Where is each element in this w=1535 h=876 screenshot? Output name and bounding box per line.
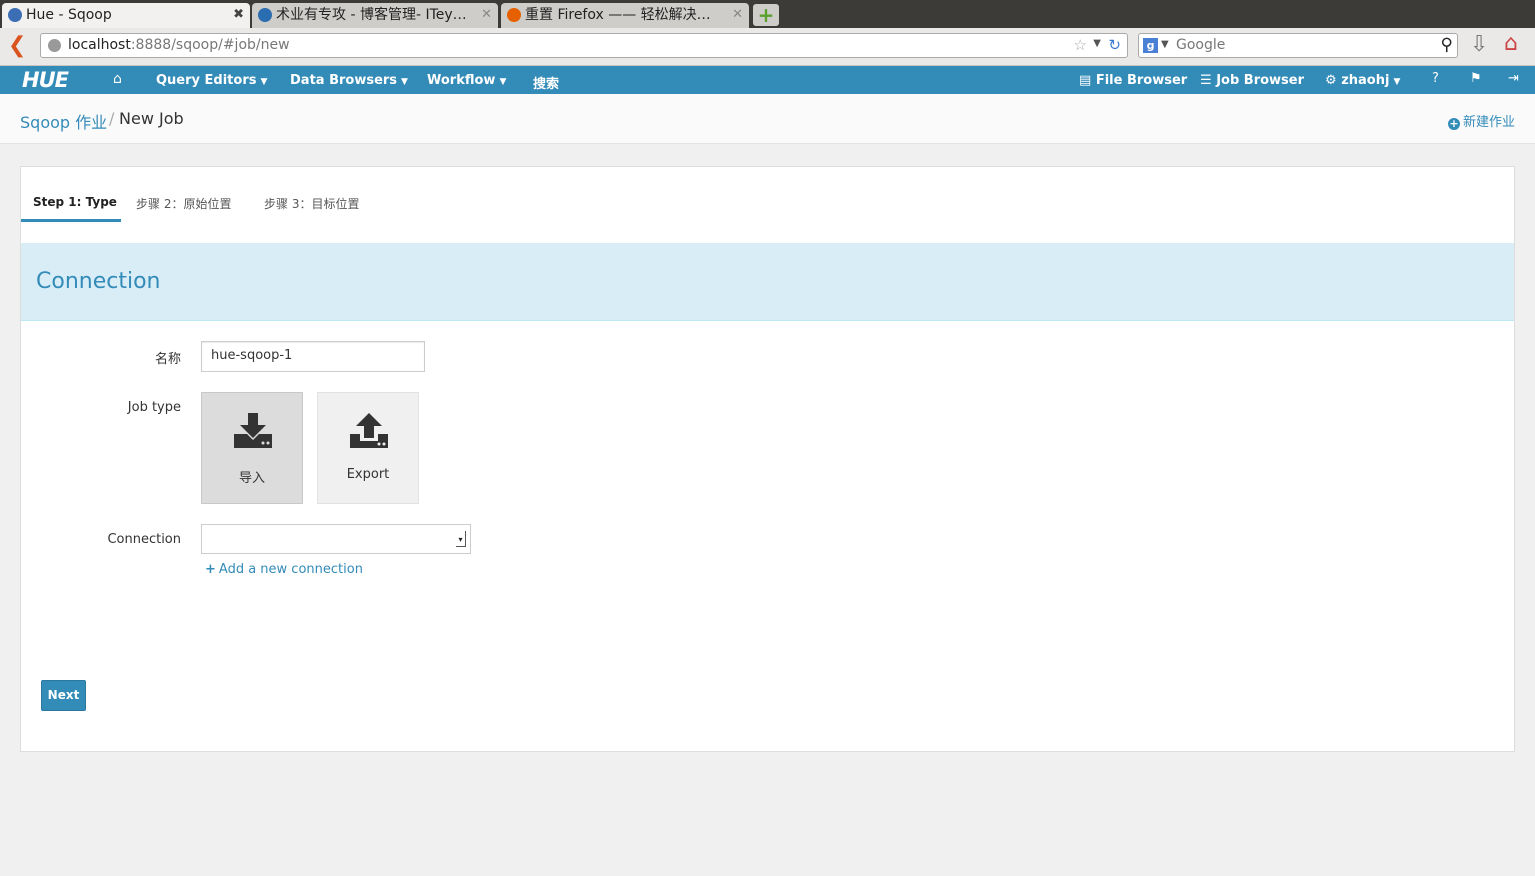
help-icon[interactable]: ?: [1432, 71, 1439, 86]
next-button[interactable]: Next: [41, 680, 86, 711]
plus-icon: +: [205, 562, 216, 577]
close-tab-icon[interactable]: ✕: [481, 3, 492, 27]
job-name-input[interactable]: hue-sqoop-1: [201, 341, 425, 372]
step-2-source[interactable]: 步骤 2：原始位置: [136, 195, 231, 212]
job-type-export[interactable]: Export: [317, 392, 419, 504]
reload-icon[interactable]: ↻: [1108, 36, 1121, 54]
hue-navbar: HUE ⌂ Query Editors ▼ Data Browsers ▼ Work…: [0, 66, 1535, 94]
add-connection-link[interactable]: + Add a new connection: [205, 562, 363, 577]
url-dropdown-icon[interactable]: ▼: [1093, 38, 1101, 49]
data-browsers-menu[interactable]: Data Browsers ▼: [290, 73, 408, 88]
job-type-import[interactable]: 导入: [201, 392, 303, 504]
connection-label: Connection: [107, 532, 181, 547]
browser-home-icon[interactable]: ⌂: [1504, 31, 1518, 56]
engine-dropdown-icon[interactable]: ▼: [1161, 39, 1169, 50]
page-title: New Job: [119, 109, 184, 128]
close-tab-icon[interactable]: ✕: [732, 3, 743, 27]
search-nav-link[interactable]: 搜索: [533, 73, 559, 92]
search-bar[interactable]: g ▼ Google ⚲: [1138, 33, 1458, 58]
job-browser-link[interactable]: ☰ Job Browser: [1200, 73, 1304, 88]
job-type-import-label: 导入: [238, 471, 265, 486]
connection-section-header: Connection: [21, 243, 1514, 321]
job-type-label: Job type: [127, 400, 181, 415]
url-text[interactable]: localhost:8888/sqoop/#job/new: [68, 37, 290, 53]
search-icon[interactable]: ⚲: [1441, 35, 1453, 55]
tab-title: Hue - Sqoop: [26, 7, 112, 23]
iteye-favicon-icon: [258, 8, 272, 22]
home-icon[interactable]: ⌂: [113, 71, 122, 87]
step-1-type[interactable]: Step 1: Type: [33, 195, 117, 209]
logout-icon[interactable]: ⇥: [1508, 71, 1519, 86]
chevron-down-icon[interactable]: ▾: [456, 531, 466, 547]
job-wizard-card: Step 1: Type 步骤 2：原始位置 步骤 3：目标位置 Connect…: [20, 166, 1515, 752]
tab-title: 重置 Firefox —— 轻松解决…: [525, 7, 711, 23]
browser-tab-iteye[interactable]: 术业有专攻 - 博客管理- ITey… ✕: [252, 3, 498, 28]
site-identity-icon[interactable]: [48, 39, 61, 52]
hue-logo[interactable]: HUE: [22, 68, 69, 92]
name-label: 名称: [154, 352, 181, 367]
chevron-down-icon: ▼: [1393, 77, 1401, 87]
browser-tab-strip: Hue - Sqoop ✖ 术业有专攻 - 博客管理- ITey… ✕ 重置 F…: [0, 0, 1535, 28]
chevron-down-icon: ▼: [401, 77, 408, 87]
upload-icon: [350, 413, 388, 448]
step-3-target[interactable]: 步骤 3：目标位置: [264, 195, 359, 212]
query-editors-menu[interactable]: Query Editors ▼: [156, 73, 267, 88]
tab-title: 术业有专攻 - 博客管理- ITey…: [276, 7, 467, 23]
breadcrumb-sqoop-jobs[interactable]: Sqoop 作业: [20, 109, 107, 133]
chevron-down-icon: ▼: [260, 77, 268, 87]
download-icon: [234, 413, 272, 448]
cogs-icon: ⚙: [1325, 73, 1342, 88]
search-placeholder[interactable]: Google: [1176, 37, 1225, 53]
flag-icon[interactable]: ⚑: [1470, 71, 1482, 86]
bookmark-star-icon[interactable]: ☆: [1074, 36, 1087, 54]
section-title: Connection: [36, 269, 161, 294]
browser-tab-hue[interactable]: Hue - Sqoop ✖: [2, 3, 250, 28]
browser-tab-firefox[interactable]: 重置 Firefox —— 轻松解决… ✕: [501, 3, 749, 28]
back-arrow-icon[interactable]: ❮: [8, 35, 26, 57]
hue-favicon-icon: [8, 8, 22, 22]
active-step-indicator: [21, 219, 121, 222]
firefox-favicon-icon: [507, 8, 521, 22]
job-type-export-label: Export: [346, 467, 390, 482]
close-tab-icon[interactable]: ✖: [233, 3, 244, 27]
breadcrumb-separator: /: [109, 109, 115, 128]
browser-nav-bar: ❮ localhost:8888/sqoop/#job/new ☆ ▼ ↻ g …: [0, 28, 1535, 66]
plus-circle-icon: +: [1447, 117, 1460, 130]
file-icon: ▤: [1079, 73, 1096, 88]
new-job-link[interactable]: + 新建作业: [1447, 111, 1515, 130]
download-arrow-icon[interactable]: ⇩: [1470, 32, 1488, 57]
url-bar[interactable]: localhost:8888/sqoop/#job/new ☆ ▼ ↻: [40, 33, 1128, 58]
chevron-down-icon: ▼: [499, 77, 507, 87]
connection-select[interactable]: ▾: [201, 524, 471, 554]
user-menu[interactable]: ⚙ zhaohj ▼: [1325, 73, 1400, 88]
list-icon: ☰: [1200, 73, 1217, 88]
google-engine-icon[interactable]: g: [1143, 38, 1158, 53]
new-tab-plus-icon[interactable]: +: [753, 4, 779, 26]
workflow-menu[interactable]: Workflow ▼: [427, 73, 506, 88]
breadcrumb: Sqoop 作业 / New Job + 新建作业: [0, 94, 1535, 144]
file-browser-link[interactable]: ▤ File Browser: [1079, 73, 1187, 88]
